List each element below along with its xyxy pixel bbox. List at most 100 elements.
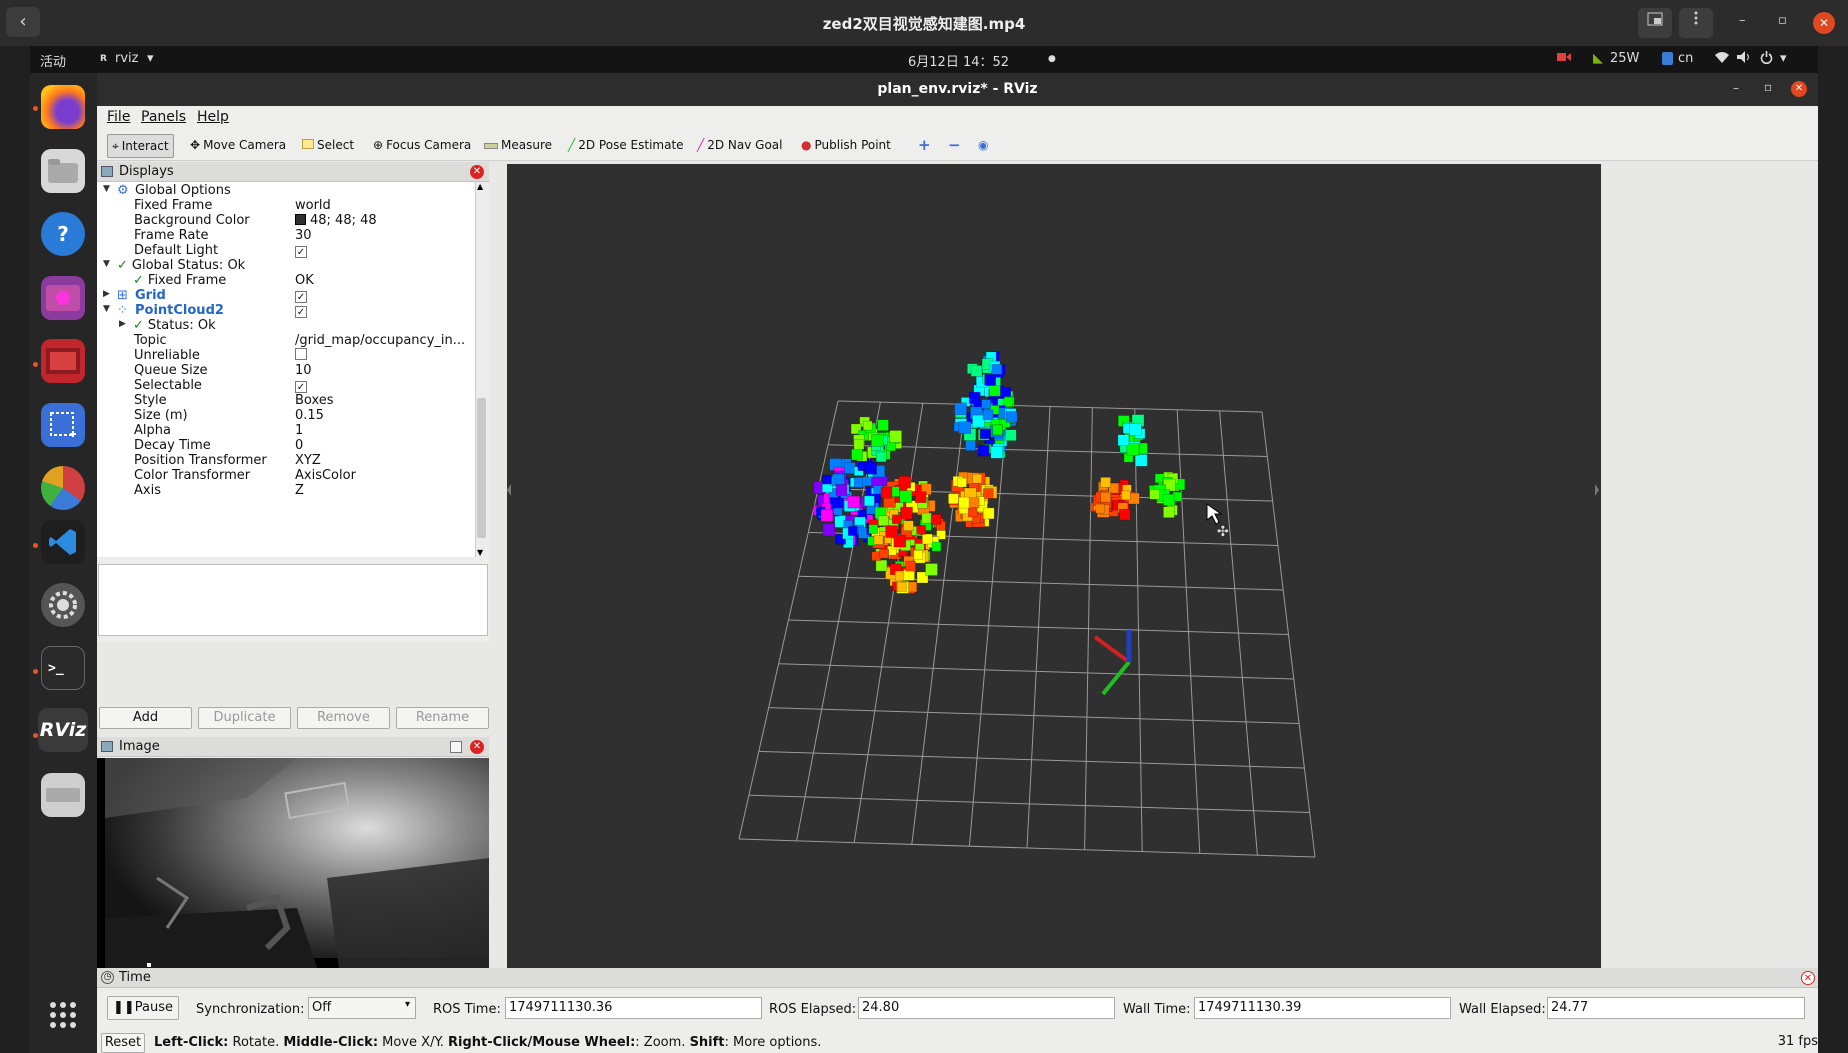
synchronization-select[interactable]: Off ▾ — [308, 997, 416, 1019]
ros-time-field[interactable]: 1749711130.36 — [505, 997, 762, 1019]
tool-bar: ⌖ Interact ✥ Move Camera Select ⊕ Focus Cam… — [97, 130, 1818, 161]
wall-elapsed-label: Wall Elapsed: — [1459, 1002, 1546, 1017]
chevron-down-icon: ▾ — [147, 51, 154, 66]
disk-usage-icon[interactable] — [41, 466, 85, 510]
running-indicator — [33, 669, 38, 674]
tool-select[interactable]: Select — [298, 134, 358, 158]
tool-interact[interactable]: ⌖ Interact — [107, 134, 174, 158]
files-icon[interactable] — [41, 149, 85, 193]
scroll-up-arrow-icon[interactable]: ▲ — [477, 182, 483, 191]
expand-arrow-icon[interactable]: ▼ — [103, 184, 110, 194]
kebab-menu-icon — [1694, 11, 1698, 25]
settings-gear-icon[interactable] — [41, 583, 85, 627]
tool-2d-nav-goal[interactable]: ╱ 2D Nav Goal — [693, 134, 787, 158]
tool-move-camera[interactable]: ✥ Move Camera — [186, 134, 290, 158]
menu-file[interactable]: File — [107, 109, 130, 125]
displays-panel: Displays ✕ ▼ ⚙ Global Options Fixed Fram… — [97, 162, 489, 642]
undock-icon[interactable] — [450, 741, 462, 753]
menu-panels[interactable]: Panels — [141, 109, 186, 125]
tree-row-axis[interactable]: Axis Z — [97, 482, 475, 500]
expand-arrow-icon[interactable]: ▼ — [103, 259, 110, 269]
grid-icon: ⊞ — [117, 288, 128, 303]
clock[interactable]: 6月12日 14：52 — [908, 51, 1009, 70]
menu-help[interactable]: Help — [197, 109, 229, 125]
image-panel-close-icon[interactable]: ✕ — [470, 740, 484, 754]
rviz-minimize-button[interactable]: – — [1733, 81, 1739, 95]
rviz-icon[interactable]: RViz — [38, 708, 88, 752]
drive-icon[interactable] — [41, 773, 85, 817]
wall-time-label: Wall Time: — [1123, 1002, 1191, 1017]
property-description-box — [98, 564, 488, 636]
rviz-close-button[interactable]: ✕ — [1791, 81, 1807, 97]
volume-icon[interactable] — [1737, 51, 1751, 67]
tool-measure[interactable]: Measure — [480, 134, 556, 158]
scrollbar-thumb[interactable] — [477, 398, 486, 538]
show-apps-grid-icon[interactable] — [41, 993, 85, 1037]
time-panel-close-icon[interactable]: ✕ — [1801, 971, 1815, 985]
nvidia-icon: ◣ — [1593, 51, 1603, 66]
remove-tool-minus-icon[interactable]: − — [944, 134, 965, 158]
gnome-top-bar: 活动 R rviz ▾ 6月12日 14：52 ● ◣ 25W cn ▾ — [30, 46, 1818, 73]
reset-button[interactable]: Reset — [101, 1033, 145, 1053]
activities-button[interactable]: 活动 — [40, 51, 66, 70]
right-collapse-arrow-icon[interactable] — [1595, 484, 1599, 496]
firefox-icon[interactable] — [41, 85, 85, 129]
collapse-arrow-icon[interactable]: ▶ — [103, 289, 110, 299]
displays-close-icon[interactable]: ✕ — [470, 165, 484, 179]
left-collapse-arrow-icon[interactable] — [507, 484, 511, 496]
wifi-icon[interactable] — [1714, 51, 1730, 67]
3d-render-view[interactable]: ✣ — [507, 164, 1601, 974]
media-app-icon[interactable] — [41, 339, 85, 383]
remove-display-button[interactable]: Remove — [297, 707, 390, 729]
clock-icon: ◷ — [101, 971, 114, 984]
image-panel-header: Image ✕ — [97, 737, 489, 757]
video-player-icon[interactable] — [41, 276, 85, 320]
screenshot-icon[interactable] — [41, 403, 85, 447]
menu-bar: File Panels Help — [97, 106, 1818, 130]
displays-scrollbar[interactable]: ▲ ▼ — [475, 182, 487, 557]
ros-elapsed-field[interactable]: 24.80 — [858, 997, 1115, 1019]
wall-time-field[interactable]: 1749711130.39 — [1194, 997, 1451, 1019]
wall-elapsed-field[interactable]: 24.77 — [1547, 997, 1805, 1019]
tool-2d-pose-estimate[interactable]: ╱ 2D Pose Estimate — [564, 134, 688, 158]
unreliable-checkbox[interactable] — [295, 348, 307, 360]
collapse-arrow-icon[interactable]: ▶ — [119, 319, 126, 329]
ruler-icon — [484, 143, 498, 149]
rename-display-button[interactable]: Rename — [396, 707, 489, 729]
ros-elapsed-label: ROS Elapsed: — [769, 1002, 857, 1017]
power-usage-label[interactable]: 25W — [1610, 51, 1639, 66]
image-panel-title: Image — [119, 739, 160, 754]
player-menu-button[interactable] — [1679, 8, 1713, 38]
time-panel: ◷ Time ✕ ❚❚Pause Synchronization: Off ▾ R… — [97, 968, 1818, 1031]
add-tool-plus-icon[interactable]: + — [914, 134, 935, 158]
expand-arrow-icon[interactable]: ▼ — [103, 304, 110, 314]
power-icon[interactable] — [1760, 51, 1773, 68]
vscode-icon[interactable] — [41, 520, 85, 564]
map-pin-icon: ● — [801, 138, 812, 152]
input-method-label[interactable]: cn — [1678, 51, 1693, 66]
screen-record-icon[interactable] — [1557, 51, 1571, 67]
pause-button[interactable]: ❚❚Pause — [107, 996, 179, 1020]
maximize-button[interactable]: ▫ — [1778, 13, 1787, 28]
rviz-maximize-button[interactable]: ▫ — [1764, 80, 1772, 94]
fps-counter: 31 fps — [1777, 1034, 1818, 1049]
displays-buttons: Add Duplicate Remove Rename — [97, 707, 489, 733]
running-indicator — [33, 362, 38, 367]
tool-focus-camera[interactable]: ⊕ Focus Camera — [369, 134, 475, 158]
synchronization-label: Synchronization: — [196, 1002, 305, 1017]
help-icon[interactable]: ? — [41, 212, 85, 256]
tool-properties-eye-icon[interactable]: ◉ — [974, 134, 992, 158]
app-menu-label[interactable]: rviz — [115, 51, 138, 66]
system-menu-chevron-icon[interactable]: ▾ — [1780, 51, 1787, 66]
render-canvas[interactable]: ✣ — [507, 164, 1601, 974]
scroll-down-arrow-icon[interactable]: ▼ — [477, 548, 483, 557]
terminal-icon[interactable]: >_ — [41, 646, 85, 690]
add-display-button[interactable]: Add — [99, 707, 192, 729]
duplicate-display-button[interactable]: Duplicate — [198, 707, 291, 729]
dock: ? >_ RViz — [30, 73, 97, 1053]
tool-publish-point[interactable]: ● Publish Point — [797, 134, 895, 158]
rviz-window-title: plan_env.rviz* - RViz — [877, 81, 1038, 97]
picture-in-picture-button[interactable] — [1638, 8, 1672, 38]
minimize-button[interactable]: – — [1739, 13, 1746, 28]
close-button[interactable]: ✕ — [1813, 12, 1835, 34]
